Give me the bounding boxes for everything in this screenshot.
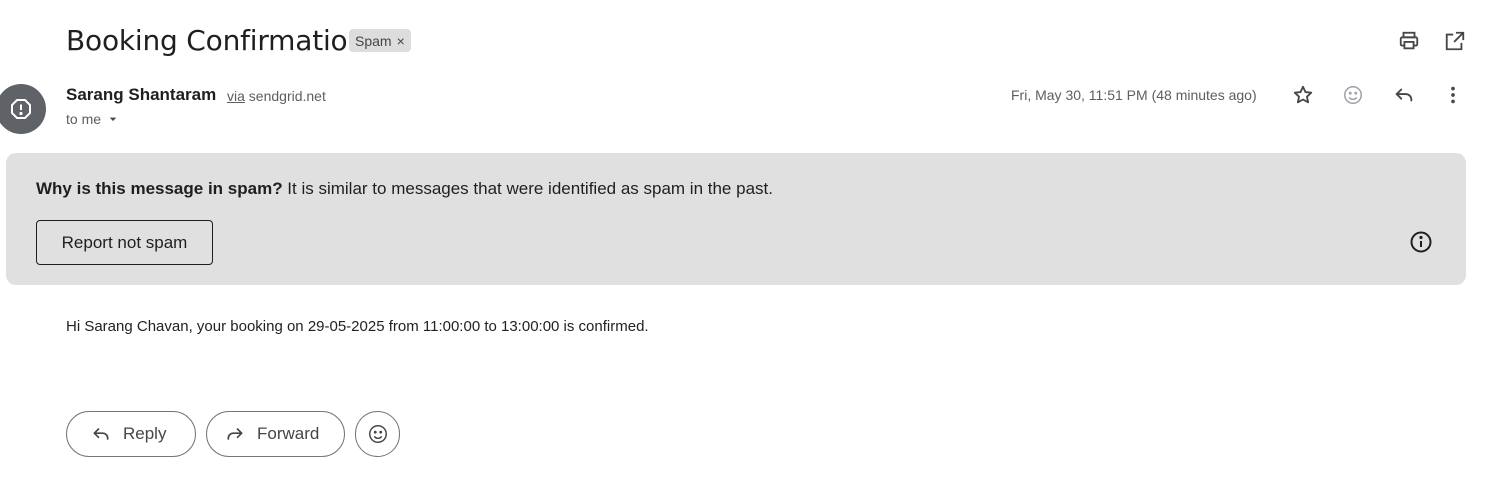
via-domain: sendgrid.net: [248, 88, 326, 104]
emoji-reaction-icon: [1344, 86, 1362, 104]
reply-icon: [93, 428, 109, 440]
print-all-button[interactable]: [1393, 25, 1425, 57]
sender-name[interactable]: Sarang Shantaram: [66, 85, 216, 105]
star-icon: [1293, 85, 1313, 104]
spam-warning-icon: [11, 99, 31, 119]
report-not-spam-button[interactable]: Report not spam: [36, 220, 213, 265]
more-options-button[interactable]: [1437, 79, 1469, 111]
info-icon: [1410, 231, 1432, 253]
more-vertical-icon: [1451, 86, 1455, 104]
spam-info-button[interactable]: [1405, 226, 1437, 258]
reply-button[interactable]: Reply: [66, 411, 196, 457]
spam-question: Why is this message in spam?: [36, 179, 283, 198]
open-in-new-window-icon: [1445, 31, 1465, 51]
spam-label-text: Spam: [355, 32, 392, 49]
sender-avatar[interactable]: [0, 84, 46, 134]
spam-reason: It is similar to messages that were iden…: [282, 179, 773, 198]
recipient-details-toggle[interactable]: to me: [66, 111, 121, 127]
reply-icon: [1395, 88, 1413, 102]
remove-label-button[interactable]: ×: [397, 34, 405, 48]
forward-button[interactable]: Forward: [206, 411, 345, 457]
star-button[interactable]: [1287, 79, 1319, 111]
email-subject: Booking Confirmation: [66, 24, 366, 57]
spam-label-chip: Spam ×: [349, 29, 411, 52]
spam-explanation: Why is this message in spam? It is simil…: [36, 179, 773, 199]
print-icon: [1399, 31, 1419, 50]
recipient-label: to me: [66, 111, 102, 127]
forward-icon: [227, 428, 243, 440]
emoji-reaction-button[interactable]: [355, 411, 400, 457]
email-body: Hi Sarang Chavan, your booking on 29-05-…: [66, 318, 649, 335]
forward-label: Forward: [257, 424, 320, 443]
via-link[interactable]: via: [227, 88, 245, 104]
spam-warning-banner: [6, 153, 1466, 285]
reply-label: Reply: [123, 424, 167, 443]
emoji-reaction-icon: [368, 425, 387, 443]
open-in-new-window-button[interactable]: [1439, 25, 1471, 57]
sender-via: via sendgrid.net: [227, 87, 326, 105]
caret-down-icon: [109, 117, 117, 121]
reply-icon-button[interactable]: [1388, 79, 1420, 111]
email-datetime: Fri, May 30, 11:51 PM (48 minutes ago): [1011, 87, 1257, 103]
add-reaction-button[interactable]: [1337, 79, 1369, 111]
